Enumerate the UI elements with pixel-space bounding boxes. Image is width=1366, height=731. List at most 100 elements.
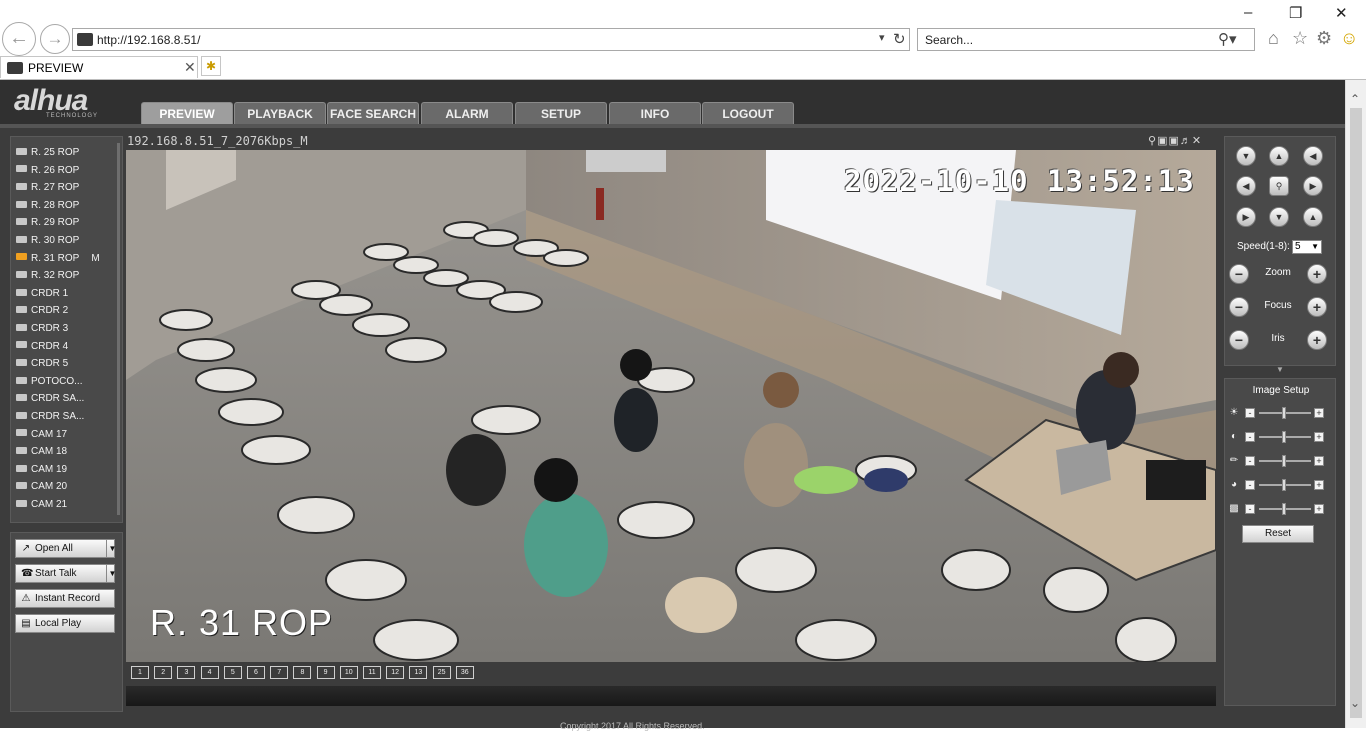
camera-icon[interactable]: ▣	[1168, 135, 1179, 147]
layout-12-button[interactable]: 12	[386, 666, 405, 679]
layout-10-button[interactable]: 10	[339, 666, 358, 679]
hue-decrease-button[interactable]: -	[1245, 480, 1255, 490]
layout-8-button[interactable]: 8	[293, 666, 312, 679]
back-button[interactable]: ←	[2, 22, 36, 56]
search-input[interactable]: Search...	[925, 33, 973, 47]
tab-playback[interactable]: PLAYBACK	[234, 102, 326, 124]
tab-close-icon[interactable]: ✕	[184, 59, 196, 76]
start-talk-dropdown-icon[interactable]: ▼	[106, 565, 118, 582]
channel-item[interactable]: CAM 19	[16, 462, 116, 478]
gain-thumb[interactable]	[1282, 503, 1286, 515]
tab-preview[interactable]: PREVIEW	[141, 102, 233, 124]
saturation-decrease-button[interactable]: -	[1245, 456, 1255, 466]
hue-increase-button[interactable]: +	[1314, 480, 1324, 490]
channel-item[interactable]: CRDR 1	[16, 286, 116, 302]
contrast-slider[interactable]: ◐ - +	[1228, 431, 1334, 443]
scroll-down-icon[interactable]: ⌄	[1350, 696, 1360, 710]
ptz-right-icon[interactable]: ▶	[1303, 176, 1323, 196]
ptz-up-right-icon[interactable]: ◀	[1303, 146, 1323, 166]
layout-11-button[interactable]: 11	[363, 666, 381, 679]
layout-5-button[interactable]: 5	[223, 666, 242, 679]
forward-button[interactable]: →	[40, 24, 70, 54]
browser-tab[interactable]: PREVIEW ✕	[0, 56, 198, 78]
saturation-increase-button[interactable]: +	[1314, 456, 1324, 466]
snapshot-icon[interactable]: ▣	[1157, 135, 1168, 147]
open-all-dropdown-icon[interactable]: ▼	[106, 540, 118, 557]
layout-9-button[interactable]: 9	[316, 666, 335, 679]
reset-button[interactable]: Reset	[1242, 525, 1314, 543]
brightness-decrease-button[interactable]: -	[1245, 408, 1255, 418]
search-box[interactable]: Search... ⚲▾	[917, 28, 1255, 51]
channel-item[interactable]: R. 30 ROP	[16, 233, 116, 249]
channel-item[interactable]: R. 27 ROP	[16, 180, 116, 196]
new-tab-icon[interactable]: ✱	[201, 56, 221, 76]
channel-item[interactable]: CRDR SA...	[16, 391, 116, 407]
video-feed[interactable]: 2022-10-10 13:52:13 R. 31 ROP	[126, 150, 1216, 662]
layout-7-button[interactable]: 7	[270, 666, 289, 679]
layout-13-button[interactable]: 13	[409, 666, 428, 679]
zoom-in-button[interactable]: +	[1307, 264, 1327, 284]
layout-36-button[interactable]: 36	[455, 666, 474, 679]
ptz-down-icon[interactable]: ▼	[1269, 207, 1289, 227]
brightness-thumb[interactable]	[1282, 407, 1286, 419]
layout-3-button[interactable]: 3	[177, 666, 196, 679]
contrast-thumb[interactable]	[1282, 431, 1286, 443]
channel-item[interactable]: CRDR SA...	[16, 409, 116, 425]
brightness-increase-button[interactable]: +	[1314, 408, 1324, 418]
channel-list-scrollbar[interactable]	[117, 143, 120, 515]
start-talk-button[interactable]: ☎ Start Talk ▼	[15, 564, 118, 583]
channel-item[interactable]: R. 31 ROP M	[16, 251, 116, 267]
search-icon[interactable]: ⚲▾	[1218, 30, 1237, 48]
page-scrollbar[interactable]: ⌃ ⌄	[1345, 80, 1366, 728]
zoom-icon[interactable]: ⚲	[1148, 135, 1157, 147]
scroll-up-icon[interactable]: ⌃	[1350, 92, 1360, 106]
address-bar[interactable]: http://192.168.8.51/ ▾ ↻	[72, 28, 910, 51]
speed-select[interactable]: 5 ▼	[1292, 240, 1322, 254]
smiley-feedback-icon[interactable]: ☺	[1340, 28, 1358, 49]
refresh-icon[interactable]: ↻	[893, 30, 906, 48]
gain-decrease-button[interactable]: -	[1245, 504, 1255, 514]
address-dropdown-icon[interactable]: ▾	[879, 31, 885, 44]
ptz-collapse-icon[interactable]: ▼	[1224, 366, 1336, 374]
saturation-thumb[interactable]	[1282, 455, 1286, 467]
instant-record-button[interactable]: ⚠ Instant Record	[15, 589, 115, 608]
close-window-icon[interactable]: ✕	[1335, 4, 1348, 22]
restore-icon[interactable]: ❐	[1289, 4, 1302, 22]
channel-item[interactable]: POTOCO...	[16, 374, 116, 390]
focus-far-button[interactable]: +	[1307, 297, 1327, 317]
home-icon[interactable]: ⌂	[1268, 28, 1279, 49]
tab-logout[interactable]: LOGOUT	[702, 102, 794, 124]
channel-item[interactable]: R. 28 ROP	[16, 198, 116, 214]
scroll-thumb[interactable]	[1350, 108, 1362, 718]
iris-open-button[interactable]: +	[1307, 330, 1327, 350]
gain-increase-button[interactable]: +	[1314, 504, 1324, 514]
close-video-icon[interactable]: ✕	[1192, 135, 1202, 147]
channel-item[interactable]: CAM 18	[16, 444, 116, 460]
iris-close-button[interactable]: −	[1229, 330, 1249, 350]
address-url[interactable]: http://192.168.8.51/	[97, 33, 200, 47]
minimize-icon[interactable]: –	[1244, 4, 1252, 21]
hue-thumb[interactable]	[1282, 479, 1286, 491]
contrast-decrease-button[interactable]: -	[1245, 432, 1255, 442]
layout-6-button[interactable]: 6	[247, 666, 265, 679]
layout-4-button[interactable]: 4	[200, 666, 219, 679]
ptz-down-right-icon[interactable]: ▲	[1303, 207, 1323, 227]
favorites-star-icon[interactable]: ☆	[1292, 28, 1308, 49]
brightness-slider[interactable]: ☀ - +	[1228, 407, 1334, 419]
hue-slider[interactable]: ◕ - +	[1228, 479, 1334, 491]
focus-near-button[interactable]: −	[1229, 297, 1249, 317]
open-all-button[interactable]: ↗ Open All ▼	[15, 539, 118, 558]
tab-alarm[interactable]: ALARM	[421, 102, 513, 124]
saturation-slider[interactable]: ✏ - +	[1228, 455, 1334, 467]
local-play-button[interactable]: ▤ Local Play	[15, 614, 115, 633]
channel-item[interactable]: CAM 20	[16, 479, 116, 495]
channel-item[interactable]: R. 26 ROP	[16, 163, 116, 179]
channel-item[interactable]: R. 25 ROP	[16, 145, 116, 161]
volume-icon[interactable]: ♬	[1180, 135, 1192, 147]
settings-gear-icon[interactable]: ⚙	[1316, 28, 1332, 49]
channel-item[interactable]: CRDR 2	[16, 303, 116, 319]
layout-2-button[interactable]: 2	[154, 666, 173, 679]
ptz-down-left-icon[interactable]: ▶	[1236, 207, 1256, 227]
channel-item[interactable]: CRDR 3	[16, 321, 116, 337]
zoom-out-button[interactable]: −	[1229, 264, 1249, 284]
